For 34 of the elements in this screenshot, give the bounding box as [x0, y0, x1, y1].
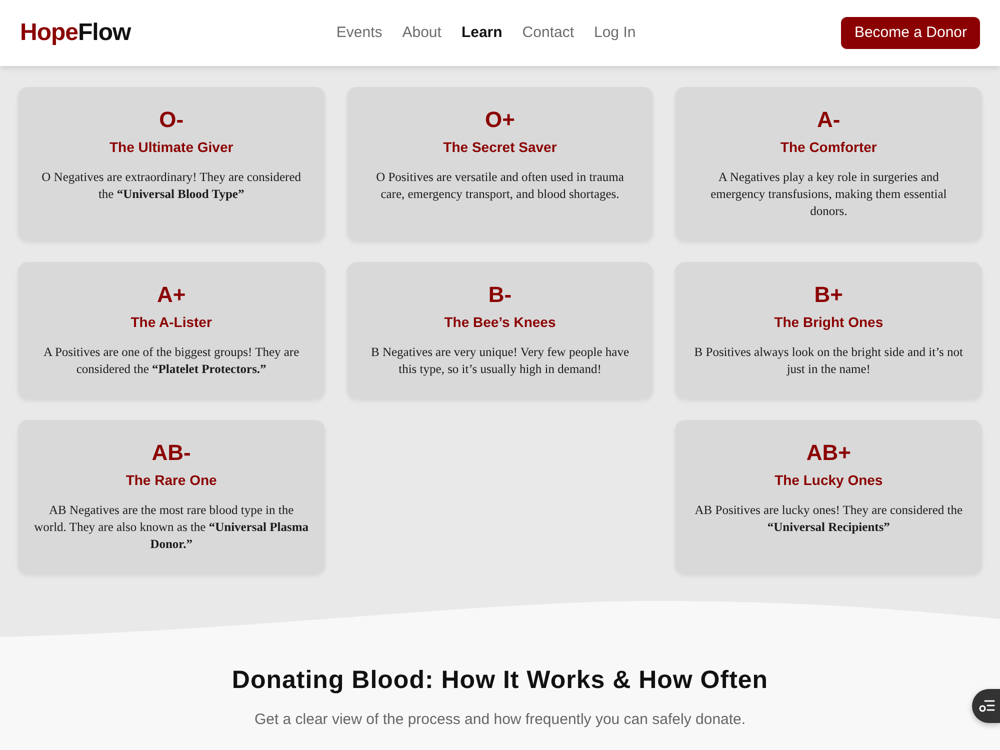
card-title: The Bright Ones: [774, 313, 884, 332]
card-title: The Comforter: [780, 138, 877, 157]
nav-link[interactable]: Log In: [594, 22, 636, 44]
nav-link[interactable]: Contact: [522, 22, 574, 44]
blood-type-label: O-: [159, 107, 184, 133]
blood-type-label: AB+: [806, 440, 851, 466]
become-donor-button[interactable]: Become a Donor: [841, 17, 980, 49]
card-title: The Rare One: [126, 471, 217, 490]
list-settings-icon: [979, 699, 995, 713]
card-description: AB Positives are lucky ones! They are considered the “Universal Recipients”: [694, 502, 964, 536]
card-title: The Lucky Ones: [774, 471, 883, 490]
card-description: B Negatives are very unique! Very few people have this type, so it’s usually high in demand!: [370, 344, 630, 378]
blood-type-label: B-: [488, 282, 512, 308]
section-heading: Donating Blood: How It Works & How Often: [232, 665, 768, 696]
blood-type-label: AB-: [152, 440, 191, 466]
nav-link[interactable]: Learn: [461, 22, 502, 44]
card-description: B Positives always look on the bright side and it’s not just in the name!: [693, 344, 964, 378]
nav-link[interactable]: About: [402, 22, 442, 44]
card-title: The Secret Saver: [443, 138, 557, 157]
card-title: The Bee’s Knees: [444, 313, 556, 332]
card-description: O Negatives are extraordinary! They are considered the “Universal Blood Type”: [40, 169, 302, 203]
card-description: AB Negatives are the most rare blood type in the world. They are also known as the “Universal Plasma Donor.”: [34, 502, 309, 553]
blood-type-label: A+: [156, 282, 186, 308]
card-description: O Positives are versatile and often used in trauma care, emergency transport, and blood shortages.: [375, 169, 625, 203]
card-title: The Ultimate Giver: [109, 138, 234, 157]
blood-type-label: B+: [814, 282, 844, 308]
card-title: The A-Lister: [130, 313, 212, 332]
brand-logo[interactable]: HopeFlow: [20, 21, 131, 45]
card-description: A Positives are one of the biggest groups! They are considered the “Platelet Protectors.”: [42, 344, 300, 378]
card-description: A Negatives play a key role in surgeries and emergency transfusions, making them essential donors.: [710, 169, 948, 220]
blood-type-label: O+: [485, 107, 515, 133]
section-subtitle: Get a clear view of the process and how frequently you can safely donate.: [254, 710, 746, 730]
blood-type-label: A-: [817, 107, 840, 133]
nav-link[interactable]: Events: [336, 22, 382, 44]
